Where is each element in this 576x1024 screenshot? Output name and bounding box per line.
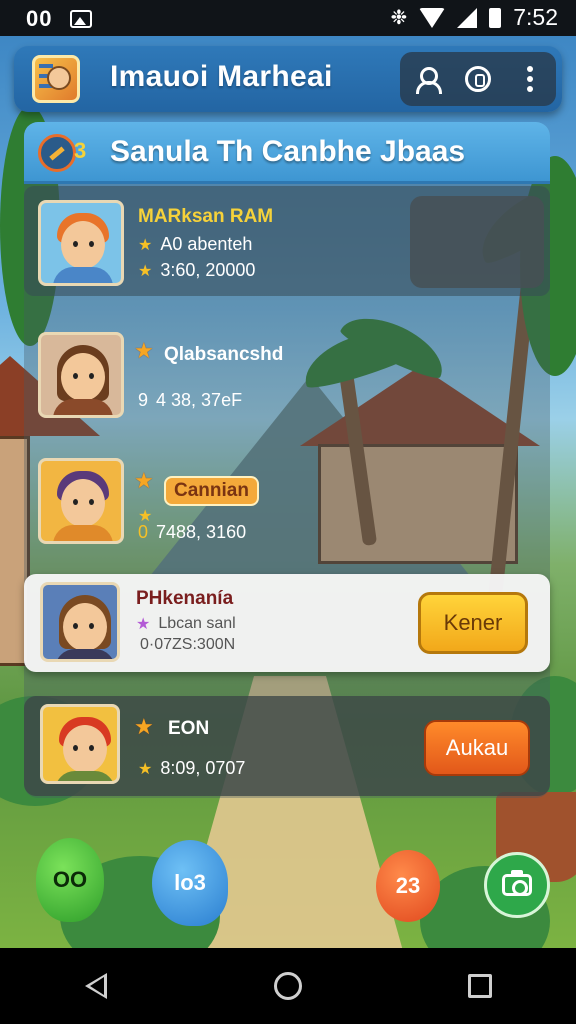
green-monster-icon[interactable]: OO <box>36 838 104 922</box>
star-badge-icon: ★ <box>134 714 154 739</box>
player-score: 0·07ZS:300N <box>140 636 236 653</box>
panel-title: Sanula Th Canbhe Jbaas <box>110 135 466 168</box>
aukau-button[interactable]: Aukau <box>424 720 530 776</box>
star-badge-icon: ★ <box>134 468 154 493</box>
player-score: 9 4 38, 37eF <box>138 390 243 410</box>
home-icon <box>274 972 302 1000</box>
recent-apps-button[interactable] <box>450 956 510 1016</box>
orange-bubble-icon[interactable]: 23 <box>376 850 440 922</box>
player-name: PHkenanía <box>136 588 234 609</box>
app-bar: Imauoi Marheai <box>14 46 562 112</box>
recent-apps-icon <box>468 974 492 998</box>
header-badge: 3 <box>74 138 87 163</box>
star-icon: ★ <box>138 236 153 254</box>
navigation-bar <box>0 948 576 1024</box>
star-icon: ★ <box>136 616 151 633</box>
panel-header: 3 Sanula Th Canbhe Jbaas <box>24 122 550 184</box>
player-row[interactable]: ★ Qlabsancshd 9 4 38, 37eF <box>24 322 550 432</box>
player-row-highlighted[interactable]: PHkenanía ★ Lbcan sanl 0·07ZS:300N Kener <box>24 574 550 672</box>
player-name-tag: Cannian <box>164 476 259 506</box>
profile-button[interactable] <box>406 59 446 99</box>
kener-button[interactable]: Kener <box>418 592 528 654</box>
avatar <box>38 200 124 286</box>
target-icon <box>38 134 76 172</box>
player-name: MARksan RAM <box>138 206 274 227</box>
player-row[interactable]: ★ EON ★ 8:09, 0707 Aukau <box>24 696 550 796</box>
player-row[interactable]: ★ Cannian ★ 0 7488, 3160 <box>24 450 550 560</box>
achievements-button[interactable] <box>458 59 498 99</box>
avatar <box>38 458 124 544</box>
star-icon: ★ <box>138 262 153 280</box>
player-score: ★ 3:60, 20000 <box>138 260 256 280</box>
player-stat: ★ A0 abenteh <box>138 234 253 254</box>
player-name: Qlabsancshd <box>164 344 284 365</box>
app-logo-icon[interactable] <box>32 55 80 103</box>
vibrate-icon: ❉ <box>390 7 408 29</box>
image-notification-icon <box>70 10 93 28</box>
back-button[interactable] <box>66 956 126 1016</box>
app-title: Imauoi Marheai <box>110 60 333 93</box>
back-icon <box>85 973 107 999</box>
camera-button[interactable] <box>484 852 550 918</box>
home-button[interactable] <box>258 956 318 1016</box>
player-row[interactable]: MARksan RAM ★ A0 abenteh ★ 3:60, 20000 <box>24 186 550 296</box>
blue-bird-icon[interactable]: lo3 <box>152 840 228 926</box>
clock: 7:52 <box>513 4 558 30</box>
camera-icon <box>502 870 532 896</box>
app-bar-actions <box>400 52 556 106</box>
player-score: ★ 8:09, 0707 <box>138 758 246 778</box>
empty-slot <box>410 196 544 288</box>
badge-icon <box>465 66 491 92</box>
star-icon: ★ <box>138 760 153 778</box>
avatar <box>40 582 120 662</box>
more-options-button[interactable] <box>510 59 550 99</box>
status-bar: 00 ❉ 7:52 <box>0 0 576 36</box>
avatar <box>38 332 124 418</box>
more-vert-icon <box>527 66 533 92</box>
signal-icon <box>457 7 478 28</box>
star-badge-icon: ★ <box>134 338 154 363</box>
status-text: 00 <box>26 6 53 31</box>
player-stat: ★ Lbcan sanl <box>136 615 236 633</box>
player-name: EON <box>168 718 210 739</box>
player-score: 0 7488, 3160 <box>138 522 247 542</box>
battery-icon <box>489 7 502 28</box>
profile-icon <box>415 67 442 94</box>
avatar <box>40 704 120 784</box>
wifi-icon <box>419 7 446 28</box>
